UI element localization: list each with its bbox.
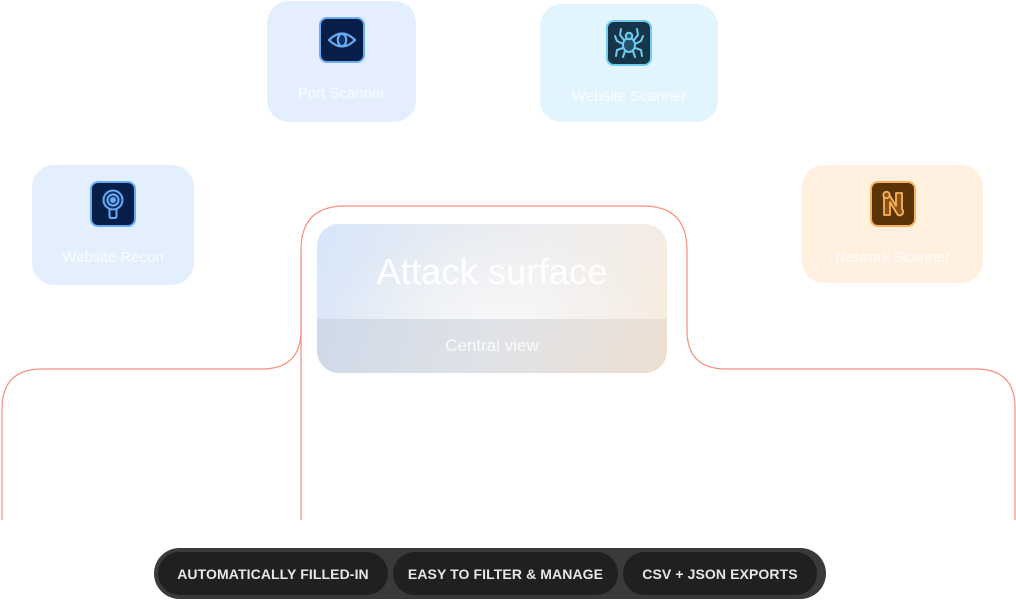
feature-pill-filter-manage: EASY TO FILTER & MANAGE	[393, 552, 618, 595]
central-subtitle: Central view	[445, 336, 539, 355]
spider-icon	[606, 20, 652, 66]
features-bar: AUTOMATICALLY FILLED-IN EASY TO FILTER &…	[154, 548, 826, 599]
tool-card-website-scanner[interactable]: Website Scanner	[540, 4, 718, 122]
feature-pill-auto-filled: AUTOMATICALLY FILLED-IN	[158, 552, 388, 595]
eye-icon	[318, 17, 365, 63]
tool-card-network-scanner[interactable]: Network Scanner	[802, 165, 983, 283]
connector-right	[1, 250, 302, 520]
central-header: Attack surface	[317, 224, 667, 319]
feature-pill-exports: CSV + JSON EXPORTS	[623, 552, 817, 595]
tool-card-port-scanner[interactable]: Port Scanner	[267, 1, 416, 122]
tool-card-website-recon[interactable]: Website Recon	[32, 165, 194, 285]
tool-label: Port Scanner	[297, 85, 386, 102]
central-title: Attack surface	[376, 250, 608, 292]
central-attack-surface-card[interactable]: Attack surface Central view	[317, 224, 667, 373]
tool-label: Website Recon	[62, 249, 164, 266]
magnifier-target-icon	[90, 181, 136, 227]
tool-label: Website Scanner	[572, 88, 686, 105]
central-footer: Central view	[317, 319, 667, 373]
network-n-icon	[869, 181, 916, 227]
tool-label: Network Scanner	[834, 249, 951, 266]
